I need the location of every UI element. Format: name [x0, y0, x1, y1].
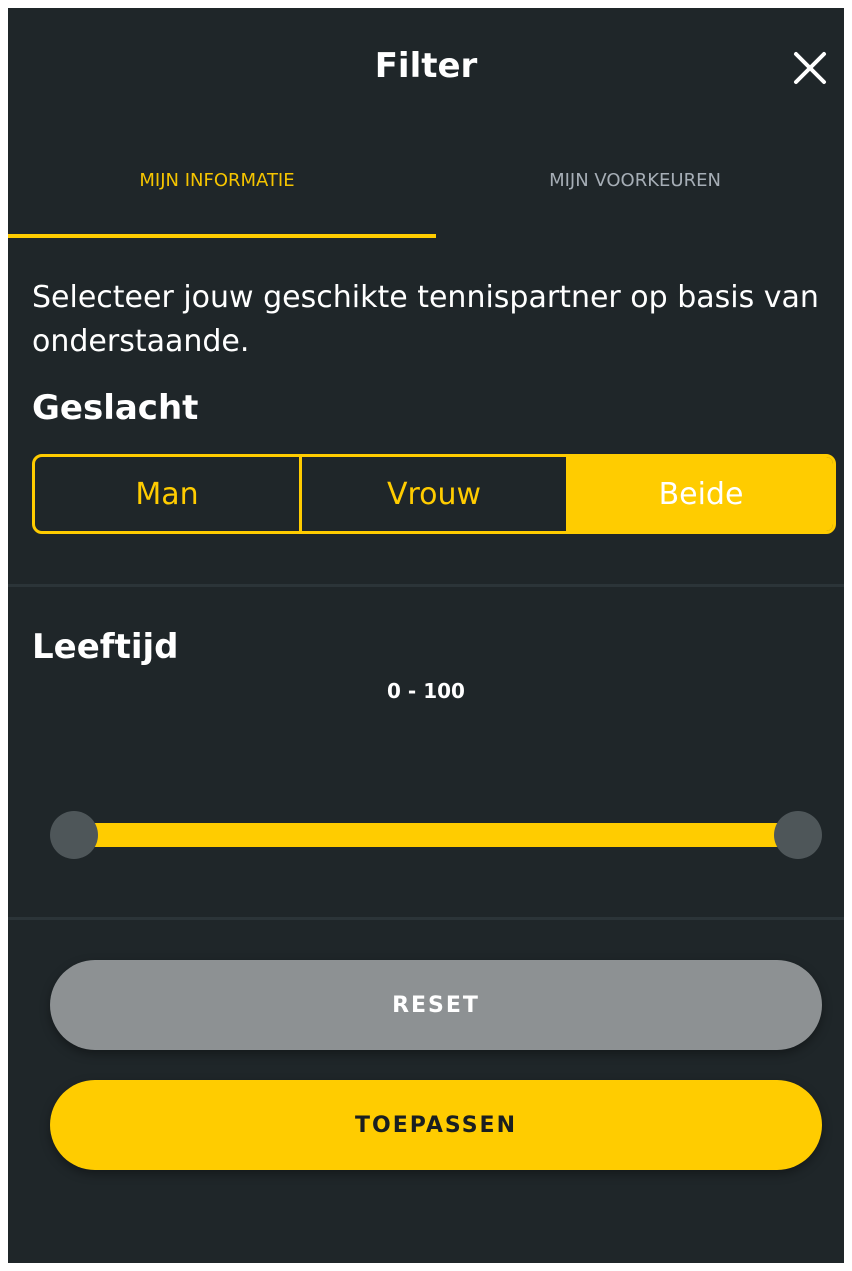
age-range-value: 0 - 100 — [387, 679, 465, 703]
filter-panel: Filter MIJN INFORMATIE MIJN VOORKEUREN S… — [8, 8, 844, 1263]
gender-option-man[interactable]: Man — [35, 457, 299, 531]
close-button[interactable] — [792, 50, 828, 86]
gender-segmented-control: Man Vrouw Beide — [32, 454, 836, 534]
gender-option-beide[interactable]: Beide — [566, 457, 833, 531]
active-tab-indicator — [8, 234, 436, 238]
filter-header: Filter — [8, 8, 844, 128]
tab-bar: MIJN INFORMATIE MIJN VOORKEUREN — [8, 128, 844, 238]
tab-label: MIJN INFORMATIE — [139, 170, 295, 191]
gender-title: Geslacht — [32, 388, 199, 428]
tab-label: MIJN VOORKEUREN — [549, 170, 721, 191]
age-slider-track[interactable] — [74, 823, 798, 847]
filter-description: Selecteer jouw geschikte tennispartner o… — [32, 280, 819, 359]
apply-button[interactable]: TOEPASSEN — [50, 1080, 822, 1170]
tab-mijn-informatie[interactable]: MIJN INFORMATIE — [8, 128, 426, 238]
age-title: Leeftijd — [32, 627, 179, 667]
tab-mijn-voorkeuren[interactable]: MIJN VOORKEUREN — [426, 128, 844, 238]
gender-option-vrouw[interactable]: Vrouw — [299, 457, 566, 531]
age-slider-max-handle[interactable] — [774, 811, 822, 859]
action-buttons: RESET TOEPASSEN — [8, 920, 844, 1170]
close-icon — [794, 52, 826, 84]
page-title: Filter — [374, 46, 478, 86]
reset-button[interactable]: RESET — [50, 960, 822, 1050]
age-section: Leeftijd 0 - 100 — [8, 587, 844, 917]
age-slider-min-handle[interactable] — [50, 811, 98, 859]
